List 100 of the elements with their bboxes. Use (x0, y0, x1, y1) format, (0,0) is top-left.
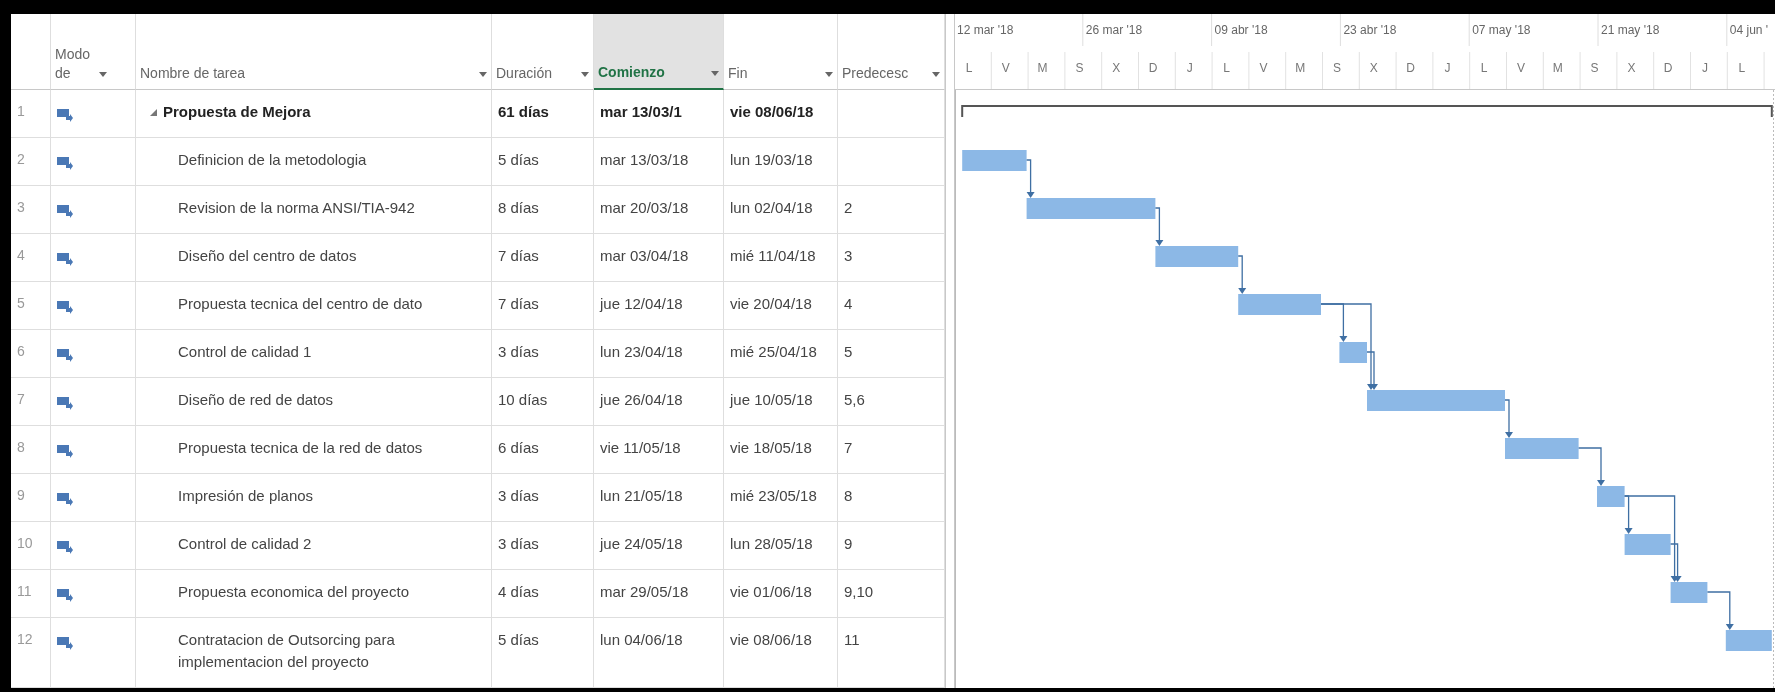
day-label: L (1480, 61, 1488, 75)
day-label: D (1148, 61, 1158, 75)
row-number: 4 (11, 234, 51, 282)
day-label: M (1552, 61, 1563, 75)
row-number: 6 (11, 330, 51, 378)
day-label: X (1627, 61, 1636, 75)
table-cell: 3 días (492, 522, 594, 570)
task-mode-icon (57, 156, 73, 170)
timescale-label: 23 abr '18 (1343, 23, 1397, 37)
timescale-label: 26 mar '18 (1085, 23, 1143, 37)
day-label: S (1075, 61, 1084, 75)
table-cell: mar 20/03/18 (594, 186, 724, 234)
timescale-label: 21 may '18 (1601, 23, 1660, 37)
table-cell: jue 26/04/18 (594, 378, 724, 426)
task-bar (1670, 582, 1708, 603)
table-cell: 8 días (492, 186, 594, 234)
task-name: Control de calidad 2 (178, 534, 312, 554)
dependency-arrow (1577, 447, 1605, 486)
table-cell: vie 08/06/18 (724, 90, 838, 138)
row-number: 7 (11, 378, 51, 426)
table-cell: mar 13/03/18 (594, 138, 724, 186)
day-label: J (1186, 61, 1193, 75)
day-label: L (1223, 61, 1230, 75)
table-cell: mar 03/04/18 (594, 234, 724, 282)
task-bar (1725, 630, 1772, 651)
task-name: Propuesta de Mejora (163, 102, 311, 122)
row-number: 1 (11, 90, 51, 138)
table-cell: jue 12/04/18 (594, 282, 724, 330)
column-header[interactable]: Fin (724, 14, 838, 90)
table-cell: vie 08/06/18 (724, 618, 838, 688)
table-cell: 7 días (492, 234, 594, 282)
task-mode-icon (57, 396, 73, 410)
table-cell: 6 días (492, 426, 594, 474)
task-name: Definicion de la metodologia (178, 150, 367, 170)
dropdown-arrow-icon (581, 72, 589, 77)
task-mode-icon (57, 492, 73, 506)
task-name: Propuesta tecnica de la red de datos (178, 438, 423, 458)
task-mode-icon (57, 588, 73, 602)
task-bar (962, 150, 1027, 171)
table-cell: 10 días (492, 378, 594, 426)
table-cell: 5 días (492, 618, 594, 688)
task-name: Revision de la norma ANSI/TIA-942 (178, 198, 415, 218)
table-cell: 5 días (492, 138, 594, 186)
row-number: 12 (11, 618, 51, 688)
task-mode-icon (57, 636, 73, 650)
day-label: D (1406, 61, 1415, 75)
table-cell: 7 días (492, 282, 594, 330)
day-label: D (1663, 61, 1673, 75)
table-cell: 61 días (492, 90, 594, 138)
day-label: V (1259, 61, 1268, 75)
task-mode-icon (57, 204, 73, 218)
task-name: Diseño del centro de datos (178, 246, 357, 266)
timescale-label: 09 abr '18 (1214, 23, 1268, 37)
task-name: Contratacion de Outsorcing para implementacion del proyecto (178, 630, 396, 672)
row-number: 5 (11, 282, 51, 330)
task-name: Impresión de planos (178, 486, 314, 506)
timescale-label: 07 may '18 (1472, 23, 1531, 37)
table-cell: vie 01/06/18 (724, 570, 838, 618)
task-mode-icon (57, 348, 73, 362)
table-cell: vie 18/05/18 (724, 426, 838, 474)
table-cell: 3 días (492, 330, 594, 378)
dependency-arrow (1154, 207, 1164, 246)
dependency-arrow (1504, 399, 1513, 438)
task-bar (1597, 486, 1625, 507)
day-label: X (1112, 61, 1121, 75)
row-number: 10 (11, 522, 51, 570)
table-cell: lun 28/05/18 (724, 522, 838, 570)
column-header[interactable]: Nombre de tarea (136, 14, 492, 90)
task-name: Propuesta tecnica del centro de dato (178, 294, 423, 314)
day-label: V (1517, 61, 1525, 75)
row-number: 2 (11, 138, 51, 186)
column-header[interactable]: Modo de (51, 14, 136, 90)
day-label: L (1738, 61, 1746, 75)
timescale-label: 04 jun ' (1729, 23, 1769, 37)
column-header[interactable]: Comienzo (594, 14, 724, 90)
table-cell: jue 24/05/18 (594, 522, 724, 570)
day-label: M (1295, 61, 1306, 75)
timescale-label: 12 mar '18 (957, 23, 1014, 37)
day-label: J (1444, 61, 1451, 75)
table-cell: 3 días (492, 474, 594, 522)
table-cell: mié 25/04/18 (724, 330, 838, 378)
table-cell: lun 02/04/18 (724, 186, 838, 234)
dropdown-arrow-icon (99, 72, 107, 77)
dependency-arrow (1025, 159, 1035, 198)
day-label: J (1702, 61, 1708, 75)
table-cell: lun 04/06/18 (594, 618, 724, 688)
collapse-icon[interactable] (150, 109, 157, 116)
task-name: Control de calidad 1 (178, 342, 312, 362)
day-label: S (1333, 61, 1341, 75)
row-number: 11 (11, 570, 51, 618)
dropdown-arrow-icon (825, 72, 833, 77)
dropdown-arrow-icon (932, 72, 940, 77)
task-bar (1624, 534, 1671, 555)
row-number: 9 (11, 474, 51, 522)
table-cell: jue 10/05/18 (724, 378, 838, 426)
table-cell: lun 21/05/18 (594, 474, 724, 522)
day-label: X (1369, 61, 1378, 75)
task-mode-icon (57, 300, 73, 314)
table-cell: mié 11/04/18 (724, 234, 838, 282)
row-number: 3 (11, 186, 51, 234)
